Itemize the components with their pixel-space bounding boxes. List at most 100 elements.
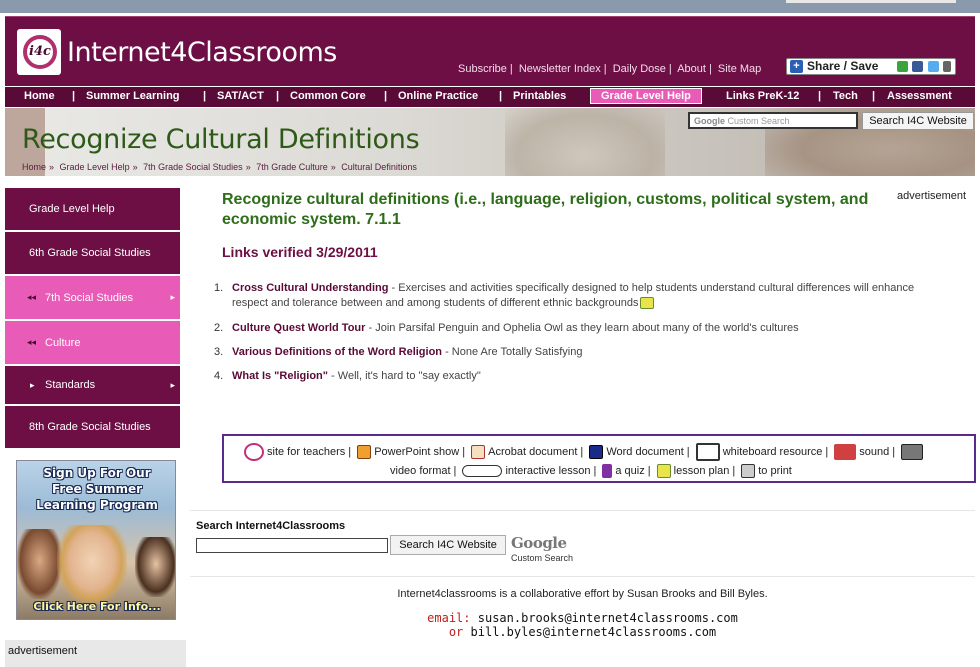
divider	[190, 576, 975, 577]
divider	[190, 510, 975, 511]
advertisement-label: advertisement	[897, 190, 967, 202]
nav-home[interactable]: Home	[24, 90, 55, 102]
sidebar-item-7th-social-studies[interactable]: ◂◂ 7th Social Studies ▸	[5, 276, 180, 319]
sidebar-advertisement-label: advertisement	[5, 640, 186, 667]
site-name[interactable]: Internet4Classrooms	[67, 37, 337, 68]
google-logo: Google	[511, 534, 567, 552]
icon-legend: site for teachers | PowerPoint show | Acro…	[222, 434, 976, 483]
legend-label: to print	[758, 465, 792, 477]
sound-icon	[834, 444, 857, 460]
sidebar-item-grade-level-help[interactable]: Grade Level Help	[5, 188, 180, 230]
legend-separator: |	[580, 446, 584, 458]
twitter-icon	[927, 61, 939, 72]
legend-label: interactive lesson	[505, 465, 591, 477]
share-plus-icon: +	[790, 60, 803, 73]
chevron-right-icon: ▸	[170, 379, 175, 390]
email-susan[interactable]: susan.brooks@internet4classrooms.com	[478, 611, 738, 625]
promo-cta[interactable]: Click Here For Info...	[17, 600, 175, 613]
nav-common-core[interactable]: Common Core	[290, 90, 366, 102]
nav-separator: |	[276, 90, 280, 102]
footer-search-input[interactable]	[196, 538, 388, 553]
nav-printables[interactable]: Printables	[513, 90, 566, 102]
resource-link[interactable]: Cross Cultural Understanding	[232, 282, 388, 294]
footer-search-button[interactable]: Search I4C Website	[390, 535, 506, 555]
email-bill[interactable]: bill.byles@internet4classrooms.com	[471, 625, 717, 639]
sidebar-item-label: Grade Level Help	[29, 203, 115, 215]
nav-online-practice[interactable]: Online Practice	[398, 90, 478, 102]
about-link[interactable]: About	[677, 63, 706, 75]
logo-text: i4c	[29, 44, 51, 59]
quiz-icon	[602, 464, 613, 478]
site-logo[interactable]: i4c	[17, 29, 61, 75]
breadcrumb: Home» Grade Level Help» 7th Grade Social…	[22, 162, 417, 172]
list-number: 1.	[214, 282, 224, 294]
summer-learning-promo[interactable]: Sign Up For Our Free Summer Learning Pro…	[16, 460, 176, 620]
legend-label: Word document	[606, 446, 684, 458]
nav-separator: |	[72, 90, 76, 102]
nav-separator: |	[818, 90, 822, 102]
top-links: Subscribe | Newsletter Index | Daily Dose |…	[458, 63, 761, 75]
email-row: email: susan.brooks@internet4classrooms.…	[190, 611, 975, 625]
breadcrumb-home[interactable]: Home	[22, 162, 46, 172]
legend-separator: |	[732, 465, 736, 477]
nav-summer-learning[interactable]: Summer Learning	[86, 90, 180, 102]
interactive-lesson-icon	[462, 465, 503, 477]
sidebar-item-8th-grade-social-studies[interactable]: 8th Grade Social Studies	[5, 406, 180, 448]
nav-tech[interactable]: Tech	[833, 90, 858, 102]
breadcrumb-separator: »	[49, 162, 55, 172]
nav-sat-act[interactable]: SAT/ACT	[217, 90, 264, 102]
list-item: 1. Cross Cultural Understanding - Exercis…	[214, 282, 914, 310]
sidebar-item-6th-grade-social-studies[interactable]: 6th Grade Social Studies	[5, 232, 180, 274]
sidebar-item-label: Standards	[45, 379, 96, 391]
resource-link[interactable]: Culture Quest World Tour	[232, 322, 365, 334]
lesson-plan-icon	[640, 297, 655, 310]
nav-assessment[interactable]: Assessment	[887, 90, 952, 102]
video-icon	[901, 444, 924, 460]
legend-row: video format | interactive lesson | a quiz…	[390, 464, 792, 478]
promo-headline: Sign Up For Our Free Summer Learning Pro…	[17, 465, 175, 513]
collaboration-note: Internet4classrooms is a collaborative e…	[397, 588, 768, 600]
legend-label: Acrobat document	[488, 446, 578, 458]
newsletter-index-link[interactable]: Newsletter Index	[519, 63, 601, 75]
breadcrumb-7th-grade-social-studies[interactable]: 7th Grade Social Studies	[143, 162, 243, 172]
resource-description: - None Are Totally Satisfying	[442, 346, 583, 358]
page-title: Recognize Cultural Definitions	[22, 124, 420, 155]
page-banner: Recognize Cultural Definitions Home» Gra…	[5, 108, 975, 176]
nav-links-prek-12[interactable]: Links PreK-12	[726, 90, 799, 102]
resource-link[interactable]: Various Definitions of the Word Religion	[232, 346, 442, 358]
google-watermark: Google	[694, 116, 725, 126]
main-nav: Home | Summer Learning | SAT/ACT | Commo…	[5, 86, 975, 108]
top-search-button[interactable]: Search I4C Website	[862, 112, 974, 130]
list-item: 4. What Is "Religion" - Well, it's hard t…	[214, 370, 481, 382]
legend-label: whiteboard resource	[722, 446, 823, 458]
sidebar-item-culture[interactable]: ◂◂ Culture	[5, 321, 180, 364]
resource-description: - Well, it's hard to "say exactly"	[328, 370, 481, 382]
chevron-right-icon: ▸	[30, 379, 35, 390]
nav-separator: |	[499, 90, 503, 102]
promo-photo-person	[57, 525, 127, 605]
site-map-link[interactable]: Site Map	[718, 63, 761, 75]
legend-separator: |	[348, 446, 352, 458]
legend-separator: |	[462, 446, 466, 458]
sidebar-item-label: 8th Grade Social Studies	[29, 421, 151, 433]
breadcrumb-grade-level-help[interactable]: Grade Level Help	[60, 162, 130, 172]
breadcrumb-7th-grade-culture[interactable]: 7th Grade Culture	[256, 162, 328, 172]
promo-photo-person	[17, 529, 62, 599]
share-label: Share / Save	[807, 59, 879, 73]
search-placeholder: Custom Search	[727, 116, 790, 126]
nav-grade-level-help[interactable]: Grade Level Help	[590, 88, 702, 104]
share-save-button[interactable]: + Share / Save	[786, 58, 956, 75]
legend-separator: |	[892, 446, 896, 458]
sidebar-item-label: 6th Grade Social Studies	[29, 247, 151, 259]
top-search-input[interactable]: Google Custom Search	[688, 112, 858, 129]
legend-separator: |	[593, 465, 597, 477]
list-number: 2.	[214, 322, 224, 334]
daily-dose-link[interactable]: Daily Dose	[613, 63, 666, 75]
resource-link[interactable]: What Is "Religion"	[232, 370, 328, 382]
link-separator: |	[509, 63, 513, 75]
footer-search-title: Search Internet4Classrooms	[196, 520, 346, 532]
sidebar-item-standards[interactable]: ▸ Standards ▸	[5, 366, 180, 404]
promo-photo-person	[135, 537, 175, 597]
legend-label: site for teachers	[267, 446, 346, 458]
subscribe-link[interactable]: Subscribe	[458, 63, 507, 75]
